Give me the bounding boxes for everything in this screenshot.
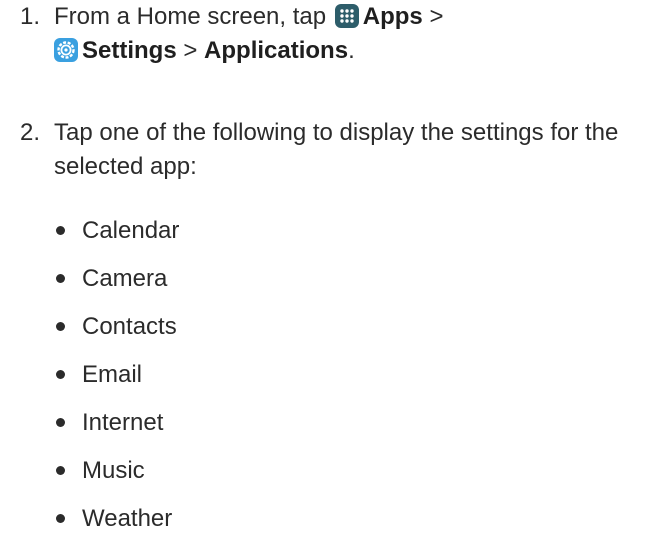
step-1: 1. From a Home screen, tap Apps > Settin… xyxy=(20,0,650,68)
applications-label: Applications xyxy=(204,37,349,64)
step-2-text: Tap one of the following to display the … xyxy=(54,119,619,180)
bullet-icon xyxy=(56,226,65,235)
bullet-icon xyxy=(56,322,65,331)
step-number: 1. xyxy=(20,3,41,30)
step-2: 2. Tap one of the following to display t… xyxy=(20,116,650,184)
list-item: Calendar xyxy=(54,214,179,262)
bullet-icon xyxy=(56,514,65,523)
list-item: Email xyxy=(54,358,179,406)
app-name: Calendar xyxy=(82,217,180,244)
step-1-intro-text: From a Home screen, tap xyxy=(54,3,327,30)
bullet-icon xyxy=(56,466,65,475)
list-item: Camera xyxy=(54,262,179,310)
separator: > xyxy=(183,37,198,64)
app-name: Music xyxy=(82,457,145,484)
settings-gear-icon xyxy=(54,38,78,62)
app-name: Camera xyxy=(82,265,168,292)
apps-grid-icon xyxy=(334,4,359,28)
app-name: Contacts xyxy=(82,313,177,340)
step-number: 2. xyxy=(20,119,41,146)
bullet-icon xyxy=(56,418,65,427)
list-item: Internet xyxy=(54,406,179,454)
list-item: Music xyxy=(54,454,179,502)
list-item: Contacts xyxy=(54,310,179,358)
bullet-icon xyxy=(56,370,65,379)
apps-label: Apps xyxy=(362,3,423,30)
period: . xyxy=(348,37,355,64)
app-name: Email xyxy=(82,361,143,388)
app-list: Calendar Camera Contacts Email Internet … xyxy=(54,214,179,550)
step-1-body: From a Home screen, tap Apps > Settings … xyxy=(54,0,650,68)
app-name: Weather xyxy=(82,505,173,532)
bullet-icon xyxy=(56,274,65,283)
settings-label: Settings xyxy=(82,37,177,64)
list-item: Weather xyxy=(54,502,179,550)
separator: > xyxy=(429,3,444,30)
instructions-document: 1. From a Home screen, tap Apps > Settin… xyxy=(0,0,663,556)
app-name: Internet xyxy=(82,409,164,436)
